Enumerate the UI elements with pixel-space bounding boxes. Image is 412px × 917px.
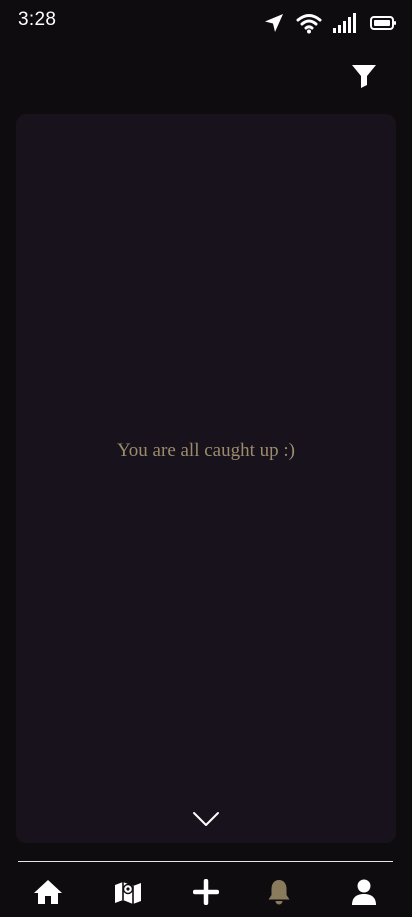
empty-state-message: You are all caught up :): [116, 440, 295, 461]
nav-profile[interactable]: [344, 876, 384, 908]
bottom-nav: [0, 862, 412, 917]
map-icon: [115, 882, 141, 904]
battery-icon: [370, 16, 396, 30]
notifications-panel[interactable]: You are all caught up :): [16, 114, 396, 843]
nav-map[interactable]: [108, 876, 148, 908]
location-arrow-icon: [265, 14, 283, 32]
status-bar: 3:28: [0, 0, 412, 44]
status-time: 3:28: [18, 9, 57, 30]
filter-button[interactable]: [346, 58, 382, 94]
nav-notifications[interactable]: [259, 876, 299, 908]
chevron-down-icon: [193, 812, 219, 826]
nav-add[interactable]: [186, 876, 226, 908]
home-icon: [34, 880, 62, 904]
filter-icon: [352, 65, 376, 88]
bell-icon: [268, 880, 290, 905]
signal-icon: [333, 13, 356, 33]
plus-icon: [193, 879, 219, 905]
scroll-down-button[interactable]: [190, 807, 222, 831]
user-icon: [352, 879, 376, 905]
status-icons: [263, 12, 398, 34]
wifi-icon: [296, 14, 322, 34]
nav-home[interactable]: [28, 876, 68, 908]
